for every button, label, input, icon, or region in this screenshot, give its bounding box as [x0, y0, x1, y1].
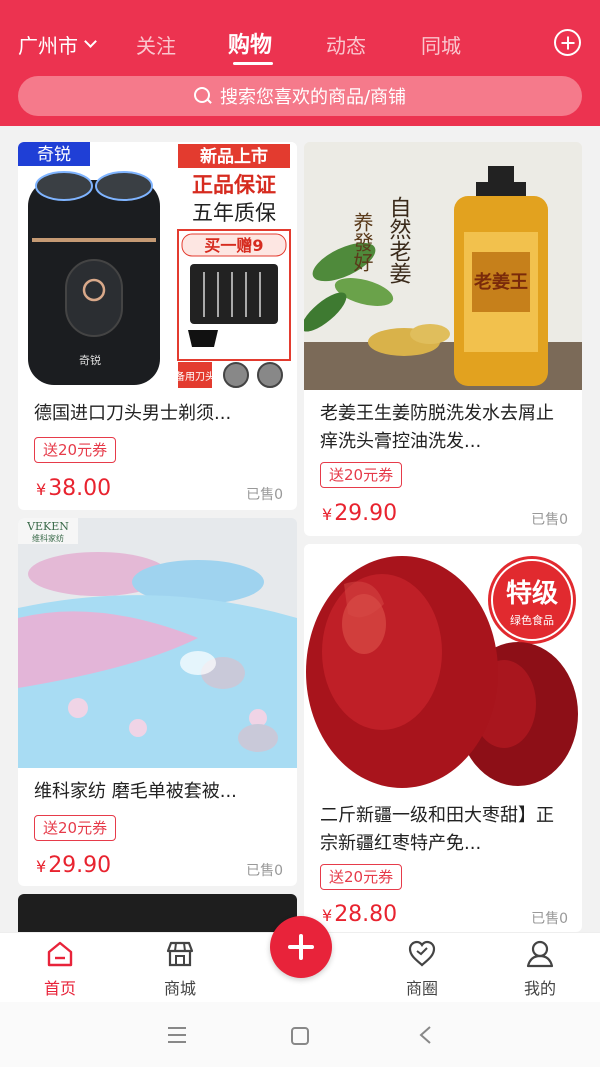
- menu-icon[interactable]: [166, 1026, 188, 1044]
- search-placeholder: 搜索您喜欢的商品/商铺: [219, 87, 407, 108]
- brand-logo-text: VEKEN: [26, 520, 69, 533]
- search-bar[interactable]: 搜索您喜欢的商品/商铺: [18, 76, 582, 116]
- currency-symbol: ¥: [322, 906, 333, 925]
- tab-dynamics[interactable]: 动态: [326, 30, 366, 59]
- currency-symbol: ¥: [36, 480, 47, 499]
- sold-count: 已售0: [246, 487, 283, 503]
- price-value: 38.00: [48, 476, 112, 501]
- product-price: ¥29.90: [36, 853, 111, 878]
- banner-text-3: 五年质保: [192, 201, 276, 225]
- active-tab-indicator: [233, 62, 273, 65]
- banner-text-2: 正品保证: [192, 173, 276, 197]
- product-price: ¥38.00: [36, 476, 111, 501]
- product-card-partial[interactable]: [18, 894, 297, 932]
- nav-mall-label: 商城: [163, 979, 196, 998]
- product-card-dates[interactable]: 特级 绿色食品 二斤新疆一级和田大枣甜】正宗新疆红枣特产免... 送20元券 ¥…: [304, 544, 582, 932]
- product-title: 老姜王生姜防脱洗发水去屑止痒洗头膏控油洗发...: [320, 403, 554, 452]
- nav-circle-label: 商圈: [405, 979, 438, 998]
- chevron-down-icon: [84, 35, 97, 48]
- brand-sub-text: 维科家纺: [32, 533, 64, 543]
- sold-count: 已售0: [531, 911, 568, 927]
- add-circle-icon[interactable]: [554, 29, 581, 56]
- calligraphy-text-2: 养發好: [350, 212, 374, 272]
- nav-profile[interactable]: 我的: [500, 933, 580, 1003]
- tab-local[interactable]: 同城: [421, 30, 461, 59]
- product-price: ¥29.90: [322, 501, 397, 526]
- promo-text: 买一赠9: [204, 236, 263, 255]
- sold-count: 已售0: [246, 863, 283, 879]
- device-brand-text: 奇锐: [79, 353, 101, 367]
- product-image-shampoo: 自然老姜 养發好 老姜王: [304, 142, 582, 390]
- price-value: 29.90: [48, 853, 112, 878]
- coupon-badge: 送20元券: [320, 864, 403, 890]
- home-square-icon[interactable]: [290, 1026, 310, 1046]
- product-title: 二斤新疆一级和田大枣甜】正宗新疆红枣特产免...: [320, 805, 554, 854]
- system-navigation-bar: [0, 1002, 600, 1067]
- nav-profile-label: 我的: [523, 979, 556, 998]
- plus-icon[interactable]: [270, 916, 332, 978]
- product-price: ¥28.80: [322, 902, 397, 927]
- currency-symbol: ¥: [322, 505, 333, 524]
- nav-home[interactable]: 首页: [20, 933, 100, 1003]
- brand-badge-text: 奇锐: [37, 145, 71, 165]
- product-card-bedding[interactable]: VEKEN 维科家纺 维科家纺 磨毛单被套被... 送20元券 ¥29.90 已…: [18, 518, 297, 886]
- product-title: 德国进口刀头男士剃须...: [34, 403, 232, 424]
- search-icon: [193, 87, 212, 105]
- price-value: 29.90: [334, 501, 398, 526]
- product-card-shampoo[interactable]: 自然老姜 养發好 老姜王 老姜王生姜防脱洗发水去屑止痒洗头膏控油洗发... 送2…: [304, 142, 582, 536]
- price-value: 28.80: [334, 902, 398, 927]
- product-image-bedding: VEKEN 维科家纺: [18, 518, 297, 768]
- city-label: 广州市: [18, 34, 78, 58]
- back-icon[interactable]: [418, 1025, 432, 1045]
- top-navigation: 广州市 关注 购物 动态 同城: [0, 18, 600, 66]
- badge-text-small: 绿色食品: [510, 613, 554, 627]
- city-selector[interactable]: 广州市: [18, 30, 97, 59]
- currency-symbol: ¥: [36, 857, 47, 876]
- nav-circle[interactable]: 商圈: [382, 933, 462, 1003]
- tab-shopping[interactable]: 购物: [228, 27, 272, 59]
- badge-text-big: 特级: [506, 578, 558, 609]
- bottle-label-text: 老姜王: [474, 271, 528, 293]
- product-card-shaver[interactable]: 奇锐 奇锐 新品上市 正品保证 五年质保 买一赠9 备用刀头 德国进口刀头男士剃…: [18, 142, 297, 510]
- coupon-badge: 送20元券: [34, 437, 117, 463]
- home-icon: [47, 941, 73, 967]
- nav-mall[interactable]: 商城: [140, 933, 220, 1003]
- banner-text-1: 新品上市: [200, 146, 268, 167]
- sold-count: 已售0: [531, 512, 568, 528]
- app-header: 广州市 关注 购物 动态 同城 搜索您喜欢的商品/商铺: [0, 0, 600, 126]
- tab-follow[interactable]: 关注: [136, 30, 176, 59]
- nav-home-label: 首页: [43, 979, 76, 998]
- product-title: 维科家纺 磨毛单被套被...: [34, 781, 237, 802]
- coupon-badge: 送20元券: [320, 462, 403, 488]
- spare-label-text: 备用刀头: [175, 370, 215, 383]
- user-icon: [526, 940, 554, 968]
- product-image-shaver: 奇锐 奇锐 新品上市 正品保证 五年质保 买一赠9 备用刀头: [18, 142, 297, 390]
- product-image-dates: 特级 绿色食品: [304, 544, 582, 792]
- calligraphy-text-1: 自然老姜: [386, 196, 412, 284]
- coupon-badge: 送20元券: [34, 815, 117, 841]
- heart-icon: [408, 940, 436, 967]
- shop-icon: [166, 941, 194, 967]
